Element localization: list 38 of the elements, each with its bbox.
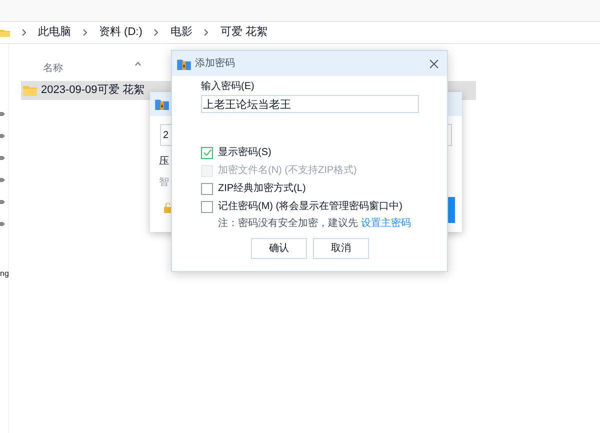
archive-icon: [177, 58, 191, 70]
option-label: 加密文件名(N) (不支持ZIP格式): [218, 164, 357, 178]
breadcrumb-item[interactable]: 可爱 花絮: [220, 24, 268, 41]
breadcrumb-item[interactable]: 此电脑: [38, 24, 71, 41]
option-label: 压: [159, 155, 169, 169]
close-icon[interactable]: [429, 58, 439, 68]
file-name: 2023-09-09可爱 花絮: [41, 83, 144, 98]
nav-label[interactable]: ng: [0, 270, 8, 278]
option-label: 智: [159, 176, 169, 190]
option-label: 显示密码(S): [218, 146, 272, 160]
pin-icon[interactable]: [0, 132, 5, 140]
breadcrumb-item[interactable]: 资料 (D:): [99, 24, 142, 41]
checkbox[interactable]: [201, 200, 213, 212]
option-label: 记住密码(M) (将会显示在管理密码窗口中): [218, 200, 402, 214]
note-text: 注：密码没有安全加密，建议先: [218, 216, 358, 231]
pin-icon[interactable]: [0, 110, 5, 118]
pin-icon[interactable]: [0, 154, 5, 162]
option-label: ZIP经典加密方式(L): [218, 182, 306, 196]
pin-icon[interactable]: [0, 198, 5, 206]
confirm-button[interactable]: 确认: [251, 238, 307, 259]
breadcrumb-item[interactable]: 电影: [170, 24, 192, 41]
cancel-button[interactable]: 取消: [313, 238, 369, 259]
window-title: 添加密码: [195, 56, 236, 71]
checkbox[interactable]: [201, 182, 213, 194]
folder-icon: [23, 85, 37, 96]
chevron-icon: [204, 29, 208, 36]
chevron-icon: [83, 29, 87, 36]
folder-icon: [0, 28, 10, 38]
chevron-icon: [154, 29, 158, 36]
pin-icon[interactable]: [0, 176, 5, 184]
archive-icon: [155, 98, 169, 110]
password-field[interactable]: 上老王论坛当老王: [201, 95, 419, 113]
checkbox[interactable]: [201, 146, 213, 158]
sort-caret-icon: [135, 62, 141, 66]
column-header[interactable]: 名称: [43, 60, 63, 76]
chevron-icon: [22, 29, 26, 36]
pin-icon[interactable]: [0, 220, 5, 228]
field-label: 输入密码(E): [201, 80, 256, 94]
